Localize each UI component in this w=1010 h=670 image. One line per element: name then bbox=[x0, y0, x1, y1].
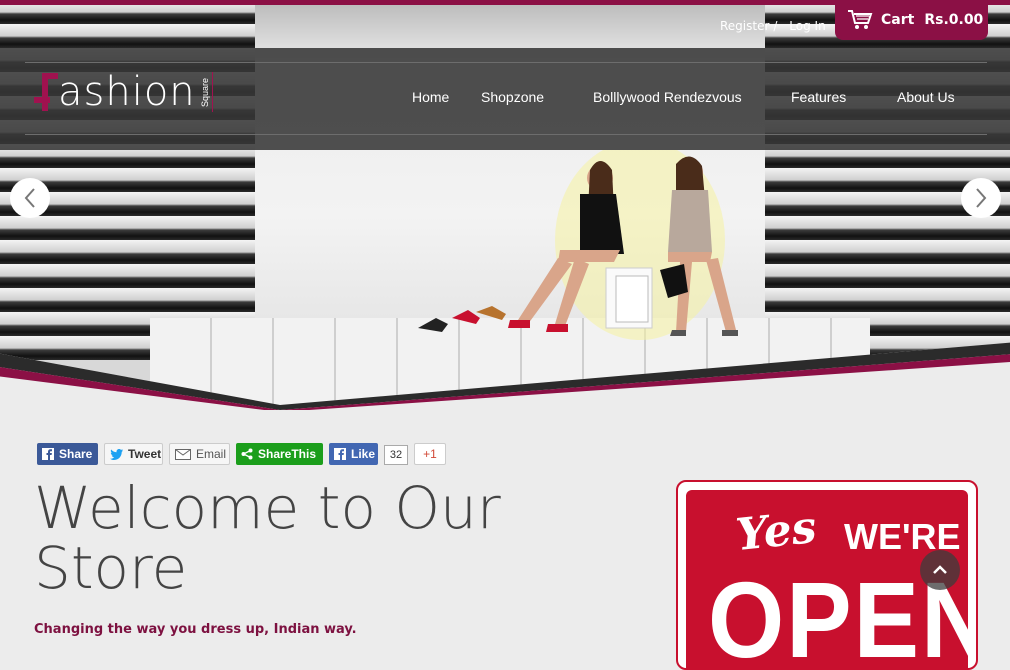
slider-next-button[interactable] bbox=[961, 178, 1001, 218]
chevron-up-icon bbox=[933, 565, 947, 574]
facebook-icon bbox=[42, 448, 54, 460]
nav-item-bollywood-rendezvous[interactable]: Bolllywood Rendezvous bbox=[593, 89, 742, 105]
like-count-badge: 32 bbox=[384, 445, 408, 465]
facebook-like-icon bbox=[334, 448, 346, 460]
sharethis-button[interactable]: ShareThis bbox=[236, 443, 323, 465]
nav-divider-top bbox=[25, 62, 987, 63]
twitter-icon bbox=[110, 448, 123, 460]
sharethis-label: ShareThis bbox=[258, 447, 317, 461]
logo-text: ashion bbox=[58, 69, 196, 115]
email-label: Email bbox=[196, 447, 227, 461]
facebook-like-button[interactable]: Like bbox=[329, 443, 378, 465]
email-icon bbox=[175, 448, 191, 460]
chevron-left-icon bbox=[24, 188, 35, 208]
sign-yes-text: Yes bbox=[733, 501, 819, 562]
register-link[interactable]: Register bbox=[720, 19, 769, 33]
logo-tagline: Square bbox=[199, 72, 213, 112]
store-tagline: Changing the way you dress up, Indian wa… bbox=[34, 622, 357, 637]
google-plus-label: +1 bbox=[423, 447, 437, 461]
nav-divider-bottom bbox=[25, 134, 987, 135]
google-plus-button[interactable]: +1 bbox=[414, 443, 446, 465]
hero-models-image bbox=[418, 150, 738, 340]
cart-icon bbox=[848, 10, 873, 29]
account-links: Register / Log In bbox=[720, 19, 830, 33]
cart-label: Cart bbox=[881, 12, 915, 28]
welcome-heading: Welcome to Our Store bbox=[34, 474, 501, 602]
nav-item-home[interactable]: Home bbox=[412, 89, 449, 105]
email-share-button[interactable]: Email bbox=[169, 443, 230, 465]
chevron-right-icon bbox=[976, 188, 987, 208]
site-logo[interactable]: ashion Square bbox=[34, 72, 213, 112]
nav-item-shopzone[interactable]: Shopzone bbox=[481, 89, 544, 105]
facebook-like-label: Like bbox=[351, 447, 376, 461]
logo-f-mark bbox=[34, 73, 58, 111]
facebook-share-button[interactable]: Share bbox=[37, 443, 98, 465]
facebook-share-label: Share bbox=[59, 447, 93, 461]
nav-item-features[interactable]: Features bbox=[791, 89, 846, 105]
hero-slider: ashion Square Home Shopzone Bolllywood R… bbox=[0, 0, 1010, 410]
scroll-to-top-button[interactable] bbox=[920, 550, 960, 590]
tweet-button[interactable]: Tweet bbox=[104, 443, 163, 465]
cart-button[interactable]: Cart Rs.0.00 bbox=[835, 0, 988, 40]
account-separator: / bbox=[773, 19, 778, 33]
cart-total: Rs.0.00 bbox=[924, 12, 984, 28]
share-icon bbox=[241, 448, 253, 460]
tweet-label: Tweet bbox=[128, 447, 162, 461]
login-link[interactable]: Log In bbox=[789, 19, 825, 33]
nav-item-about-us[interactable]: About Us bbox=[897, 89, 955, 105]
slider-prev-button[interactable] bbox=[10, 178, 50, 218]
